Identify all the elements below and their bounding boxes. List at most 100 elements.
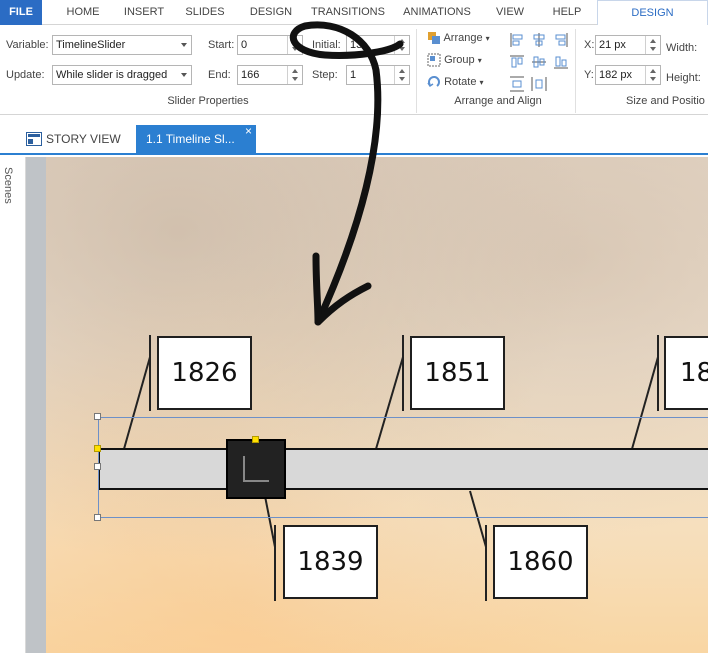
spin-up-icon[interactable]: [292, 39, 298, 43]
canvas-gutter: [26, 157, 46, 653]
initial-value: 13: [350, 39, 363, 51]
tab-home[interactable]: HOME: [52, 0, 114, 25]
end-value: 166: [241, 69, 260, 81]
spinner-buttons[interactable]: [645, 36, 660, 54]
spin-down-icon[interactable]: [292, 47, 298, 51]
height-label: Height:: [666, 72, 701, 84]
group-label: Group: [444, 53, 475, 66]
group-title-arrange-align: Arrange and Align: [454, 95, 542, 107]
x-spinner[interactable]: 21 px: [595, 35, 661, 55]
group-separator: [575, 29, 576, 113]
scenes-label: Scenes: [2, 167, 14, 204]
tab-animations[interactable]: ANIMATIONS: [396, 0, 478, 25]
tab-timeline-slide[interactable]: 1.1 Timeline Sl... ×: [136, 124, 256, 155]
group-separator: [416, 29, 417, 113]
tab-transitions[interactable]: TRANSITIONS: [306, 0, 390, 25]
ribbon-panel: Variable: TimelineSlider Update: While s…: [0, 25, 708, 115]
x-value: 21 px: [599, 39, 626, 51]
chevron-down-icon: ▾: [477, 55, 482, 65]
y-label: Y:: [584, 69, 594, 81]
spinner-buttons[interactable]: [645, 66, 660, 84]
tab-design[interactable]: DESIGN: [240, 0, 302, 25]
document-tab-bar: STORY VIEW 1.1 Timeline Sl... ×: [0, 115, 708, 155]
step-value: 1: [350, 69, 357, 81]
y-spinner[interactable]: 182 px: [595, 65, 661, 85]
rotate-label: Rotate: [444, 75, 477, 88]
timeline-slide-label: 1.1 Timeline Sl...: [146, 132, 235, 146]
year-box[interactable]: 1826: [157, 336, 252, 410]
close-icon[interactable]: ×: [245, 117, 252, 145]
scenes-panel[interactable]: Scenes: [0, 157, 26, 653]
y-value: 182 px: [599, 69, 633, 81]
group-button[interactable]: Group ▾: [427, 53, 482, 67]
tab-view[interactable]: VIEW: [484, 0, 536, 25]
spin-up-icon[interactable]: [650, 39, 656, 43]
chevron-down-icon: ▾: [485, 33, 490, 43]
tab-story-view[interactable]: STORY VIEW: [20, 125, 132, 155]
variable-label: Variable:: [6, 39, 49, 51]
year-box[interactable]: 1851: [410, 336, 505, 410]
year-box[interactable]: 1839: [283, 525, 378, 599]
x-label: X:: [584, 39, 595, 51]
slider-thumb[interactable]: [226, 439, 286, 499]
spinner-buttons[interactable]: [287, 66, 302, 84]
align-top-icon[interactable]: [509, 54, 525, 70]
variable-combo[interactable]: TimelineSlider: [52, 35, 192, 55]
thumb-handle[interactable]: [252, 436, 259, 443]
thumb-grip-icon: [243, 456, 269, 482]
chevron-down-icon: [181, 43, 187, 47]
spin-up-icon[interactable]: [650, 69, 656, 73]
tab-slides[interactable]: SLIDES: [176, 0, 234, 25]
resize-handle[interactable]: [94, 463, 101, 470]
resize-handle[interactable]: [94, 445, 101, 452]
start-spinner[interactable]: 0: [237, 35, 303, 55]
spin-down-icon[interactable]: [650, 77, 656, 81]
spin-down-icon[interactable]: [650, 47, 656, 51]
step-label: Step:: [312, 69, 338, 81]
group-icon: [427, 53, 441, 67]
align-left-icon[interactable]: [509, 32, 525, 48]
tab-context-design[interactable]: DESIGN: [597, 0, 708, 25]
distribute-horizontal-icon[interactable]: [531, 76, 547, 92]
initial-spinner[interactable]: 13: [346, 35, 410, 55]
group-title-slider-properties: Slider Properties: [167, 95, 249, 107]
resize-handle[interactable]: [94, 413, 101, 420]
story-view-label: STORY VIEW: [46, 132, 121, 146]
spin-up-icon[interactable]: [292, 69, 298, 73]
update-label: Update:: [6, 69, 45, 81]
spin-down-icon[interactable]: [399, 77, 405, 81]
initial-label: Initial:: [312, 39, 341, 51]
year-box[interactable]: 1860: [493, 525, 588, 599]
spin-down-icon[interactable]: [399, 47, 405, 51]
width-label: Width:: [666, 42, 698, 54]
spinner-buttons[interactable]: [394, 36, 409, 54]
year-box[interactable]: 18: [664, 336, 708, 410]
start-label: Start:: [208, 39, 235, 51]
step-spinner[interactable]: 1: [346, 65, 410, 85]
rotate-icon: [427, 76, 440, 88]
tab-file[interactable]: FILE: [0, 0, 42, 25]
tab-insert[interactable]: INSERT: [114, 0, 174, 25]
resize-handle[interactable]: [94, 514, 101, 521]
update-combo[interactable]: While slider is dragged: [52, 65, 192, 85]
rotate-button[interactable]: Rotate ▾: [427, 75, 484, 89]
align-right-icon[interactable]: [553, 32, 569, 48]
arrange-button[interactable]: Arrange ▾: [427, 31, 490, 45]
align-center-icon[interactable]: [531, 32, 547, 48]
spin-up-icon[interactable]: [399, 69, 405, 73]
spin-up-icon[interactable]: [399, 39, 405, 43]
arrange-icon: [428, 32, 440, 44]
distribute-vertical-icon[interactable]: [509, 76, 525, 92]
tab-help[interactable]: HELP: [542, 0, 592, 25]
align-bottom-icon[interactable]: [553, 54, 569, 70]
end-label: End:: [208, 69, 231, 81]
align-middle-icon[interactable]: [531, 54, 547, 70]
group-title-size-position: Size and Positio: [626, 95, 705, 107]
spinner-buttons[interactable]: [394, 66, 409, 84]
arrange-label: Arrange: [443, 31, 483, 44]
end-spinner[interactable]: 166: [237, 65, 303, 85]
spinner-buttons[interactable]: [287, 36, 302, 54]
slide-canvas[interactable]: 1826 1851 18 1839 1860: [46, 157, 708, 653]
update-value: While slider is dragged: [56, 69, 168, 81]
spin-down-icon[interactable]: [292, 77, 298, 81]
